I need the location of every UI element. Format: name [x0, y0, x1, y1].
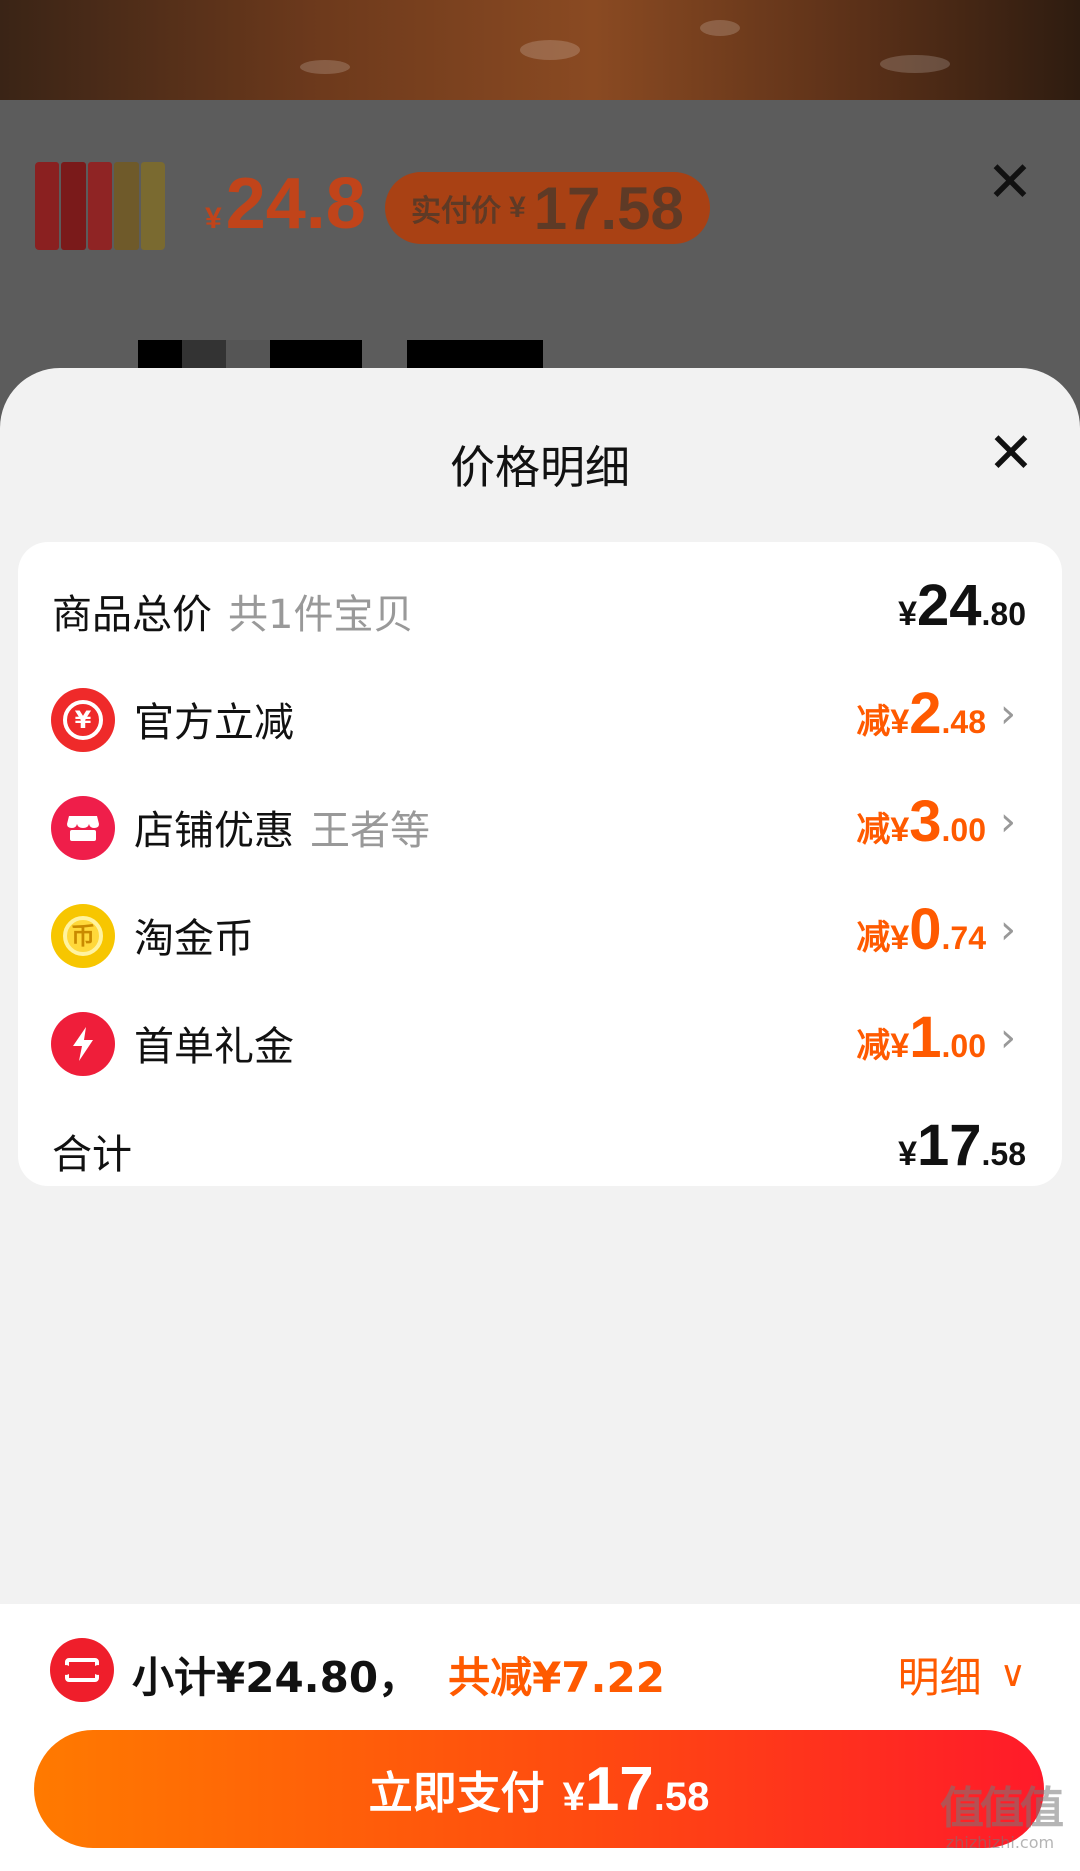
product-photo — [0, 0, 1080, 100]
product-thumbnail — [35, 162, 165, 250]
chevron-right-icon: › — [1000, 1015, 1016, 1061]
total-reduction: 共减¥7.22 — [448, 1653, 665, 1702]
row-amount: ¥24.80 — [898, 573, 1026, 638]
chevron-right-icon: › — [1000, 691, 1016, 737]
yen-refund-icon: ¥ — [51, 688, 115, 752]
chevron-right-icon: › — [1000, 799, 1016, 845]
detail-label: 明细 — [897, 1653, 982, 1702]
subtotal-summary: 小计¥24.80， 共减¥7.22 — [132, 1644, 665, 1705]
panel-title: 价格明细 — [449, 441, 630, 494]
product-price: ¥24.8 — [205, 164, 366, 244]
coupon-ticket-icon — [50, 1638, 114, 1702]
pay-now-button[interactable]: 立即支付 ¥17.58 — [34, 1730, 1044, 1848]
row-label: 淘金币 — [134, 916, 254, 962]
shop-icon — [51, 796, 115, 860]
row-discount-amount: 减¥ 0.74 — [856, 897, 986, 962]
chevron-down-icon: ∨ — [999, 1653, 1026, 1695]
row-amount: ¥17.58 — [898, 1113, 1026, 1178]
row-label: 合计 — [52, 1132, 132, 1178]
row-label: 首单礼金 — [134, 1024, 294, 1070]
row-label: 官方立减 — [134, 700, 294, 746]
pay-amount: ¥17.58 — [562, 1754, 710, 1824]
row-sublabel: 王者等 — [310, 808, 430, 854]
checkout-bar: 小计¥24.80， 共减¥7.22 明细 ∨ 立即支付 ¥17.58 — [0, 1604, 1080, 1871]
watermark: 值值值 zhizhizhi.com — [940, 1783, 1064, 1853]
row-discount-amount: 减¥ 2.48 — [856, 681, 986, 746]
row-label: 商品总价 — [52, 592, 212, 638]
row-discount-amount: 减¥ 3.00 — [856, 789, 986, 854]
chevron-right-icon: › — [1000, 907, 1016, 953]
pay-button-label: 立即支付 — [368, 1768, 545, 1819]
subtotal-text: 小计¥24.80， — [132, 1653, 421, 1702]
row-discount-amount: 减¥ 1.00 — [856, 1005, 986, 1070]
row-sublabel: 共1件宝贝 — [228, 592, 414, 638]
detail-toggle-button[interactable]: 明细 ∨ — [898, 1644, 1026, 1705]
close-icon[interactable]: ✕ — [985, 426, 1037, 482]
close-icon[interactable]: ✕ — [985, 155, 1035, 211]
gold-coin-icon: 币 — [51, 904, 115, 968]
actual-price-badge: 实付价 ¥ 17.58 — [385, 172, 710, 244]
price-detail-panel: 价格明细 ✕ 商品总价 共1件宝贝 ¥24.80 ¥ 官方立减 减¥ 2.48 › — [0, 368, 1080, 1604]
price-breakdown-card: 商品总价 共1件宝贝 ¥24.80 ¥ 官方立减 减¥ 2.48 › 店铺优惠 王者等 — [18, 542, 1062, 1186]
row-label: 店铺优惠 — [134, 808, 294, 854]
lightning-icon — [51, 1012, 115, 1076]
list-item-grand-total: 合计 ¥17.58 — [18, 1082, 1062, 1212]
